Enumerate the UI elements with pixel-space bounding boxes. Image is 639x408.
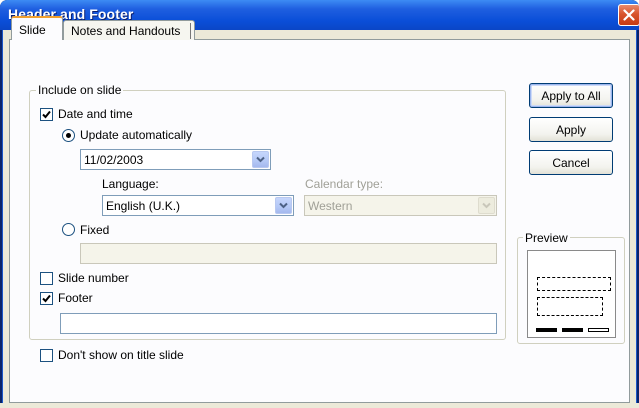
calendar-type-dropdown[interactable]: Western	[304, 195, 497, 216]
slide-number-checkbox[interactable]	[40, 272, 53, 285]
footer-label: Footer	[58, 291, 93, 305]
preview-title-placeholder	[537, 277, 611, 291]
checkmark-icon	[42, 294, 51, 303]
calendar-type-dropdown-button[interactable]	[478, 197, 495, 214]
apply-to-all-button[interactable]: Apply to All	[529, 83, 613, 108]
chevron-down-icon	[256, 156, 265, 163]
tab-slide[interactable]: Slide	[11, 16, 63, 40]
preview-footer-area	[562, 328, 583, 332]
tab-notes-and-handouts[interactable]: Notes and Handouts	[63, 20, 195, 40]
chevron-down-icon	[279, 202, 288, 209]
preview-date-area	[536, 328, 557, 332]
preview-legend: Preview	[523, 231, 570, 245]
close-icon	[623, 9, 635, 21]
close-button[interactable]	[618, 4, 639, 26]
dont-show-on-title-slide-checkbox[interactable]	[40, 349, 53, 362]
date-and-time-label: Date and time	[58, 107, 133, 121]
preview-number-area	[588, 328, 609, 332]
language-value: English (U.K.)	[106, 199, 181, 213]
update-automatically-radio[interactable]	[62, 129, 75, 142]
date-and-time-checkbox[interactable]	[40, 108, 53, 121]
fixed-radio[interactable]	[62, 223, 75, 236]
footer-text-input[interactable]	[60, 313, 497, 334]
apply-button[interactable]: Apply	[529, 117, 613, 142]
checkmark-icon	[42, 110, 51, 119]
dont-show-on-title-slide-label: Don't show on title slide	[58, 348, 184, 362]
language-label: Language:	[102, 177, 159, 191]
calendar-type-label: Calendar type:	[305, 177, 384, 191]
footer-checkbox[interactable]	[40, 292, 53, 305]
tab-slide-label: Slide	[19, 23, 46, 37]
fixed-date-input[interactable]	[80, 243, 497, 264]
dialog-bottom-edge	[0, 403, 639, 408]
radio-selected-dot	[66, 133, 71, 138]
date-format-dropdown-button[interactable]	[252, 151, 269, 168]
language-dropdown-button[interactable]	[275, 197, 292, 214]
update-automatically-label: Update automatically	[80, 128, 193, 142]
fixed-label: Fixed	[80, 223, 110, 237]
preview-body-placeholder	[537, 297, 603, 316]
slide-number-label: Slide number	[58, 271, 129, 285]
chevron-down-icon	[482, 202, 491, 209]
tab-notes-label: Notes and Handouts	[71, 24, 181, 38]
calendar-type-value: Western	[308, 199, 353, 213]
date-format-dropdown[interactable]: 11/02/2003	[80, 149, 271, 170]
language-dropdown[interactable]: English (U.K.)	[102, 195, 294, 216]
date-format-value: 11/02/2003	[84, 153, 144, 167]
cancel-button[interactable]: Cancel	[529, 150, 613, 175]
include-on-slide-legend: Include on slide	[36, 83, 124, 97]
preview-slide-thumbnail	[527, 250, 616, 338]
